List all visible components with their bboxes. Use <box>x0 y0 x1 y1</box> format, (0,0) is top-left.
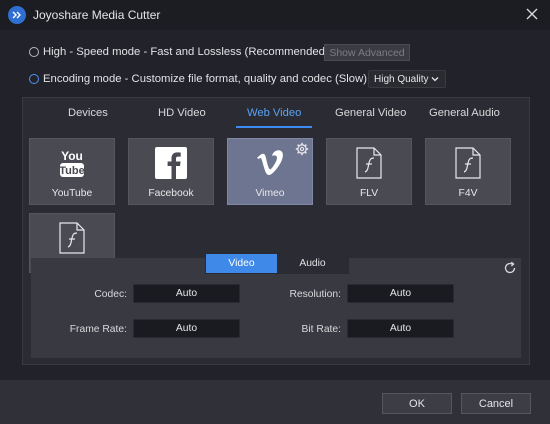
close-icon[interactable] <box>524 6 540 22</box>
chevron-down-icon <box>431 77 439 82</box>
tab-devices[interactable]: Devices <box>68 107 108 119</box>
media-cutter-dialog: Joyoshare Media Cutter High - Speed mode… <box>0 0 550 424</box>
format-tile-facebook[interactable]: Facebook <box>128 138 214 205</box>
ok-button[interactable]: OK <box>382 393 452 414</box>
codec-label: Codec: <box>94 289 127 300</box>
active-tab-indicator <box>236 126 312 128</box>
video-settings-button[interactable]: Video <box>206 254 277 273</box>
format-tile-label: FLV <box>359 188 379 199</box>
format-tile-youtube[interactable]: You Tube YouTube <box>29 138 115 205</box>
reset-icon[interactable] <box>503 261 517 275</box>
app-logo-icon <box>8 6 26 24</box>
high-speed-radio[interactable] <box>29 47 39 57</box>
flash-file-icon <box>426 145 510 181</box>
encoding-settings: Video Audio Codec: Auto Resolution: Auto… <box>31 253 521 358</box>
format-tile-label: Vimeo <box>255 188 285 199</box>
resolution-select[interactable]: Auto <box>347 284 454 303</box>
codec-select[interactable]: Auto <box>133 284 240 303</box>
audio-settings-button[interactable]: Audio <box>277 254 348 273</box>
high-speed-mode-label: High - Speed mode - Fast and Lossless (R… <box>43 46 329 58</box>
format-tile-vimeo[interactable]: Vimeo <box>227 138 313 205</box>
frame-rate-select[interactable]: Auto <box>133 319 240 338</box>
video-audio-toggle: Video Audio <box>205 253 349 274</box>
high-speed-mode-option[interactable]: High - Speed mode - Fast and Lossless (R… <box>29 43 329 61</box>
format-tile-label: YouTube <box>51 188 93 199</box>
tab-web-video[interactable]: Web Video <box>247 107 301 119</box>
window-title: Joyoshare Media Cutter <box>33 8 161 22</box>
encoding-mode-label: Encoding mode - Customize file format, q… <box>43 73 367 85</box>
frame-rate-label: Frame Rate: <box>69 324 127 335</box>
quality-select-value: High Quality <box>374 73 429 85</box>
format-tile-f4v[interactable]: F4V <box>425 138 511 205</box>
encoding-mode-option[interactable]: Encoding mode - Customize file format, q… <box>29 70 367 88</box>
title-bar: Joyoshare Media Cutter <box>0 0 550 30</box>
dialog-footer: OK Cancel <box>0 380 550 424</box>
flash-file-icon <box>327 145 411 181</box>
resolution-label: Resolution: <box>289 289 341 300</box>
bit-rate-select[interactable]: Auto <box>347 319 454 338</box>
format-panel: Devices HD Video Web Video General Video… <box>22 97 530 365</box>
tab-hd-video[interactable]: HD Video <box>158 107 206 119</box>
facebook-icon <box>129 145 213 181</box>
vimeo-icon <box>228 145 312 181</box>
encoding-mode-radio[interactable] <box>29 74 39 84</box>
format-tabs: Devices HD Video Web Video General Video… <box>23 98 529 128</box>
show-advanced-button[interactable]: Show Advanced <box>324 44 410 61</box>
cancel-button[interactable]: Cancel <box>461 393 531 414</box>
format-tile-label: F4V <box>458 188 478 199</box>
svg-text:Tube: Tube <box>59 165 84 177</box>
flash-file-icon <box>30 220 114 256</box>
quality-select[interactable]: High Quality <box>368 70 446 88</box>
youtube-icon: You Tube <box>30 145 114 181</box>
svg-text:You: You <box>61 149 83 163</box>
format-tile-flv[interactable]: FLV <box>326 138 412 205</box>
bit-rate-label: Bit Rate: <box>301 324 342 335</box>
tab-general-audio[interactable]: General Audio <box>429 107 500 119</box>
format-tile-label: Facebook <box>148 188 194 199</box>
tab-general-video[interactable]: General Video <box>335 107 406 119</box>
